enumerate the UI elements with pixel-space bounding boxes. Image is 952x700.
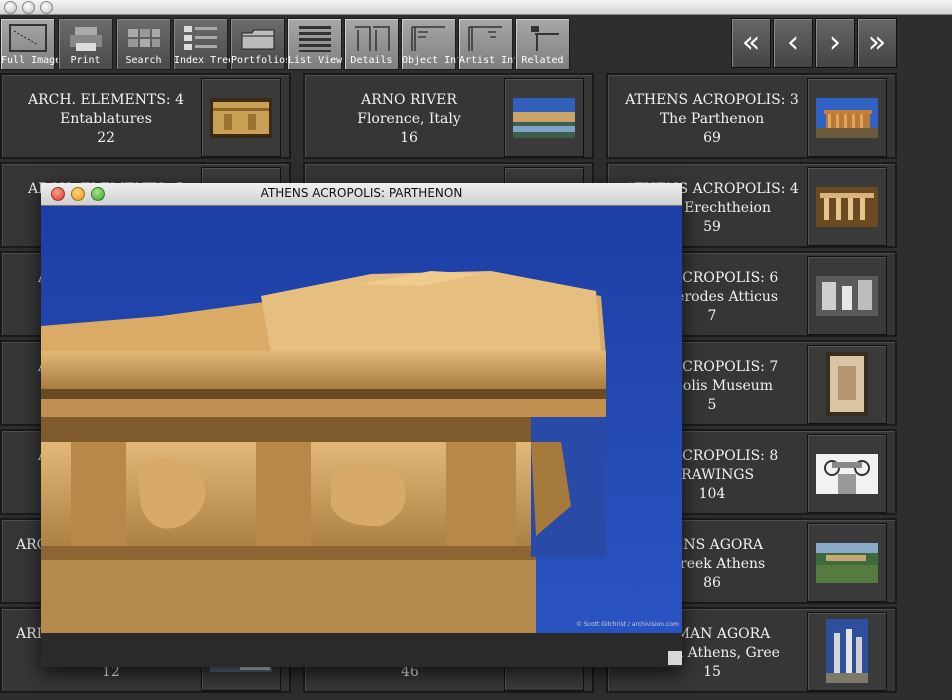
index-tree-label: Index Tree — [174, 55, 235, 66]
list-view-button[interactable]: List View — [287, 18, 342, 70]
parthenon-thumbnail — [816, 98, 878, 138]
thumbnail-frame[interactable] — [807, 78, 887, 157]
thumbnail-frame[interactable] — [504, 78, 584, 157]
thumbnail-frame[interactable] — [807, 523, 887, 602]
list-view-label: List View — [288, 55, 343, 66]
entablature-thumbnail — [210, 98, 272, 138]
full-image-label: Full Image — [1, 55, 62, 66]
arno-river-thumbnail — [513, 98, 575, 138]
artist-info-button[interactable]: Artist Inf — [458, 18, 520, 70]
printer-icon — [69, 27, 102, 51]
parthenon-photo: © Scott Gilchrist / archivision.com — [41, 206, 682, 633]
photo-credit: © Scott Gilchrist / archivision.com — [576, 621, 679, 628]
related-button[interactable]: Related — [515, 18, 570, 70]
cell-count: 22 — [97, 130, 115, 146]
viewer-title-bar[interactable]: ATHENS ACROPOLIS: PARTHENON — [41, 183, 682, 206]
chevron-left-icon: ‹ — [787, 25, 799, 60]
agora-thumbnail — [816, 543, 878, 583]
cell-count: 69 — [703, 130, 721, 146]
thumbnail-frame[interactable] — [807, 612, 887, 691]
details-button[interactable]: Details — [344, 18, 399, 70]
thumbnail-frame[interactable] — [201, 78, 281, 157]
print-button[interactable]: Print — [58, 18, 113, 70]
cell-subtitle: The Parthenon — [659, 111, 765, 127]
object-info-button[interactable]: Object Inf — [401, 18, 463, 70]
collection-cell[interactable]: ARCH. ELEMENTS: 4 Entablatures 22 — [0, 73, 291, 159]
cell-subtitle: Florence, Italy — [357, 111, 461, 127]
portfolio-icon — [241, 29, 274, 50]
previous-page-button[interactable]: ‹ — [773, 18, 813, 68]
artist-info-icon — [467, 26, 502, 51]
object-info-label: Object Inf — [402, 55, 463, 66]
related-label: Related — [521, 55, 564, 66]
details-label: Details — [350, 55, 393, 66]
viewer-title: ATHENS ACROPOLIS: PARTHENON — [260, 186, 463, 200]
index-tree-button[interactable]: Index Tree — [173, 18, 235, 70]
search-icon — [127, 29, 160, 47]
chevron-right-icon: › — [829, 25, 841, 60]
thumbnail-frame[interactable] — [807, 345, 887, 424]
erechtheion-thumbnail — [816, 187, 878, 227]
minimize-window-icon[interactable] — [22, 1, 35, 14]
double-chevron-left-icon: « — [741, 25, 761, 60]
collection-cell[interactable]: ARNO RIVER Florence, Italy 16 — [303, 73, 594, 159]
app-title-bar — [0, 0, 952, 15]
roman-agora-thumbnail — [826, 619, 868, 683]
last-page-button[interactable]: » — [857, 18, 897, 68]
object-info-icon — [410, 26, 445, 51]
full-image-icon — [8, 24, 47, 52]
cell-title: ARCH. ELEMENTS: 4 — [27, 92, 185, 108]
portfolios-label: Portfolios — [231, 55, 292, 66]
thumbnail-frame[interactable] — [807, 434, 887, 513]
image-viewer-window[interactable]: ATHENS ACROPOLIS: PARTHENON © Scott Gilc… — [41, 183, 682, 667]
first-page-button[interactable]: « — [731, 18, 771, 68]
collection-cell[interactable]: ATHENS ACROPOLIS: 3 The Parthenon 69 — [606, 73, 897, 159]
double-chevron-right-icon: » — [867, 25, 887, 60]
cell-count: 16 — [400, 130, 418, 146]
portfolios-button[interactable]: Portfolios — [230, 18, 292, 70]
close-window-icon[interactable] — [4, 1, 17, 14]
cell-subtitle: Entablatures — [60, 111, 152, 127]
print-label: Print — [70, 55, 101, 66]
list-view-icon — [298, 26, 331, 52]
museum-thumbnail — [826, 352, 868, 416]
resize-grip-icon[interactable] — [668, 651, 682, 665]
thumbnail-frame[interactable] — [807, 167, 887, 246]
artist-info-label: Artist Inf — [459, 55, 520, 66]
cell-title: ARNO RIVER — [361, 92, 457, 108]
viewer-footer — [41, 633, 682, 667]
search-button[interactable]: Search — [116, 18, 171, 70]
next-page-button[interactable]: › — [815, 18, 855, 68]
search-label: Search — [125, 55, 162, 66]
full-image-button[interactable]: Full Image — [0, 18, 62, 70]
index-tree-icon — [183, 26, 217, 50]
ionic-capital-thumbnail — [816, 454, 878, 494]
cell-title: ATHENS ACROPOLIS: 3 — [625, 92, 799, 108]
details-icon — [354, 26, 390, 51]
related-icon — [530, 26, 559, 51]
thumbnail-frame[interactable] — [807, 256, 887, 335]
zoom-window-icon[interactable] — [40, 1, 53, 14]
odeon-thumbnail — [816, 276, 878, 316]
